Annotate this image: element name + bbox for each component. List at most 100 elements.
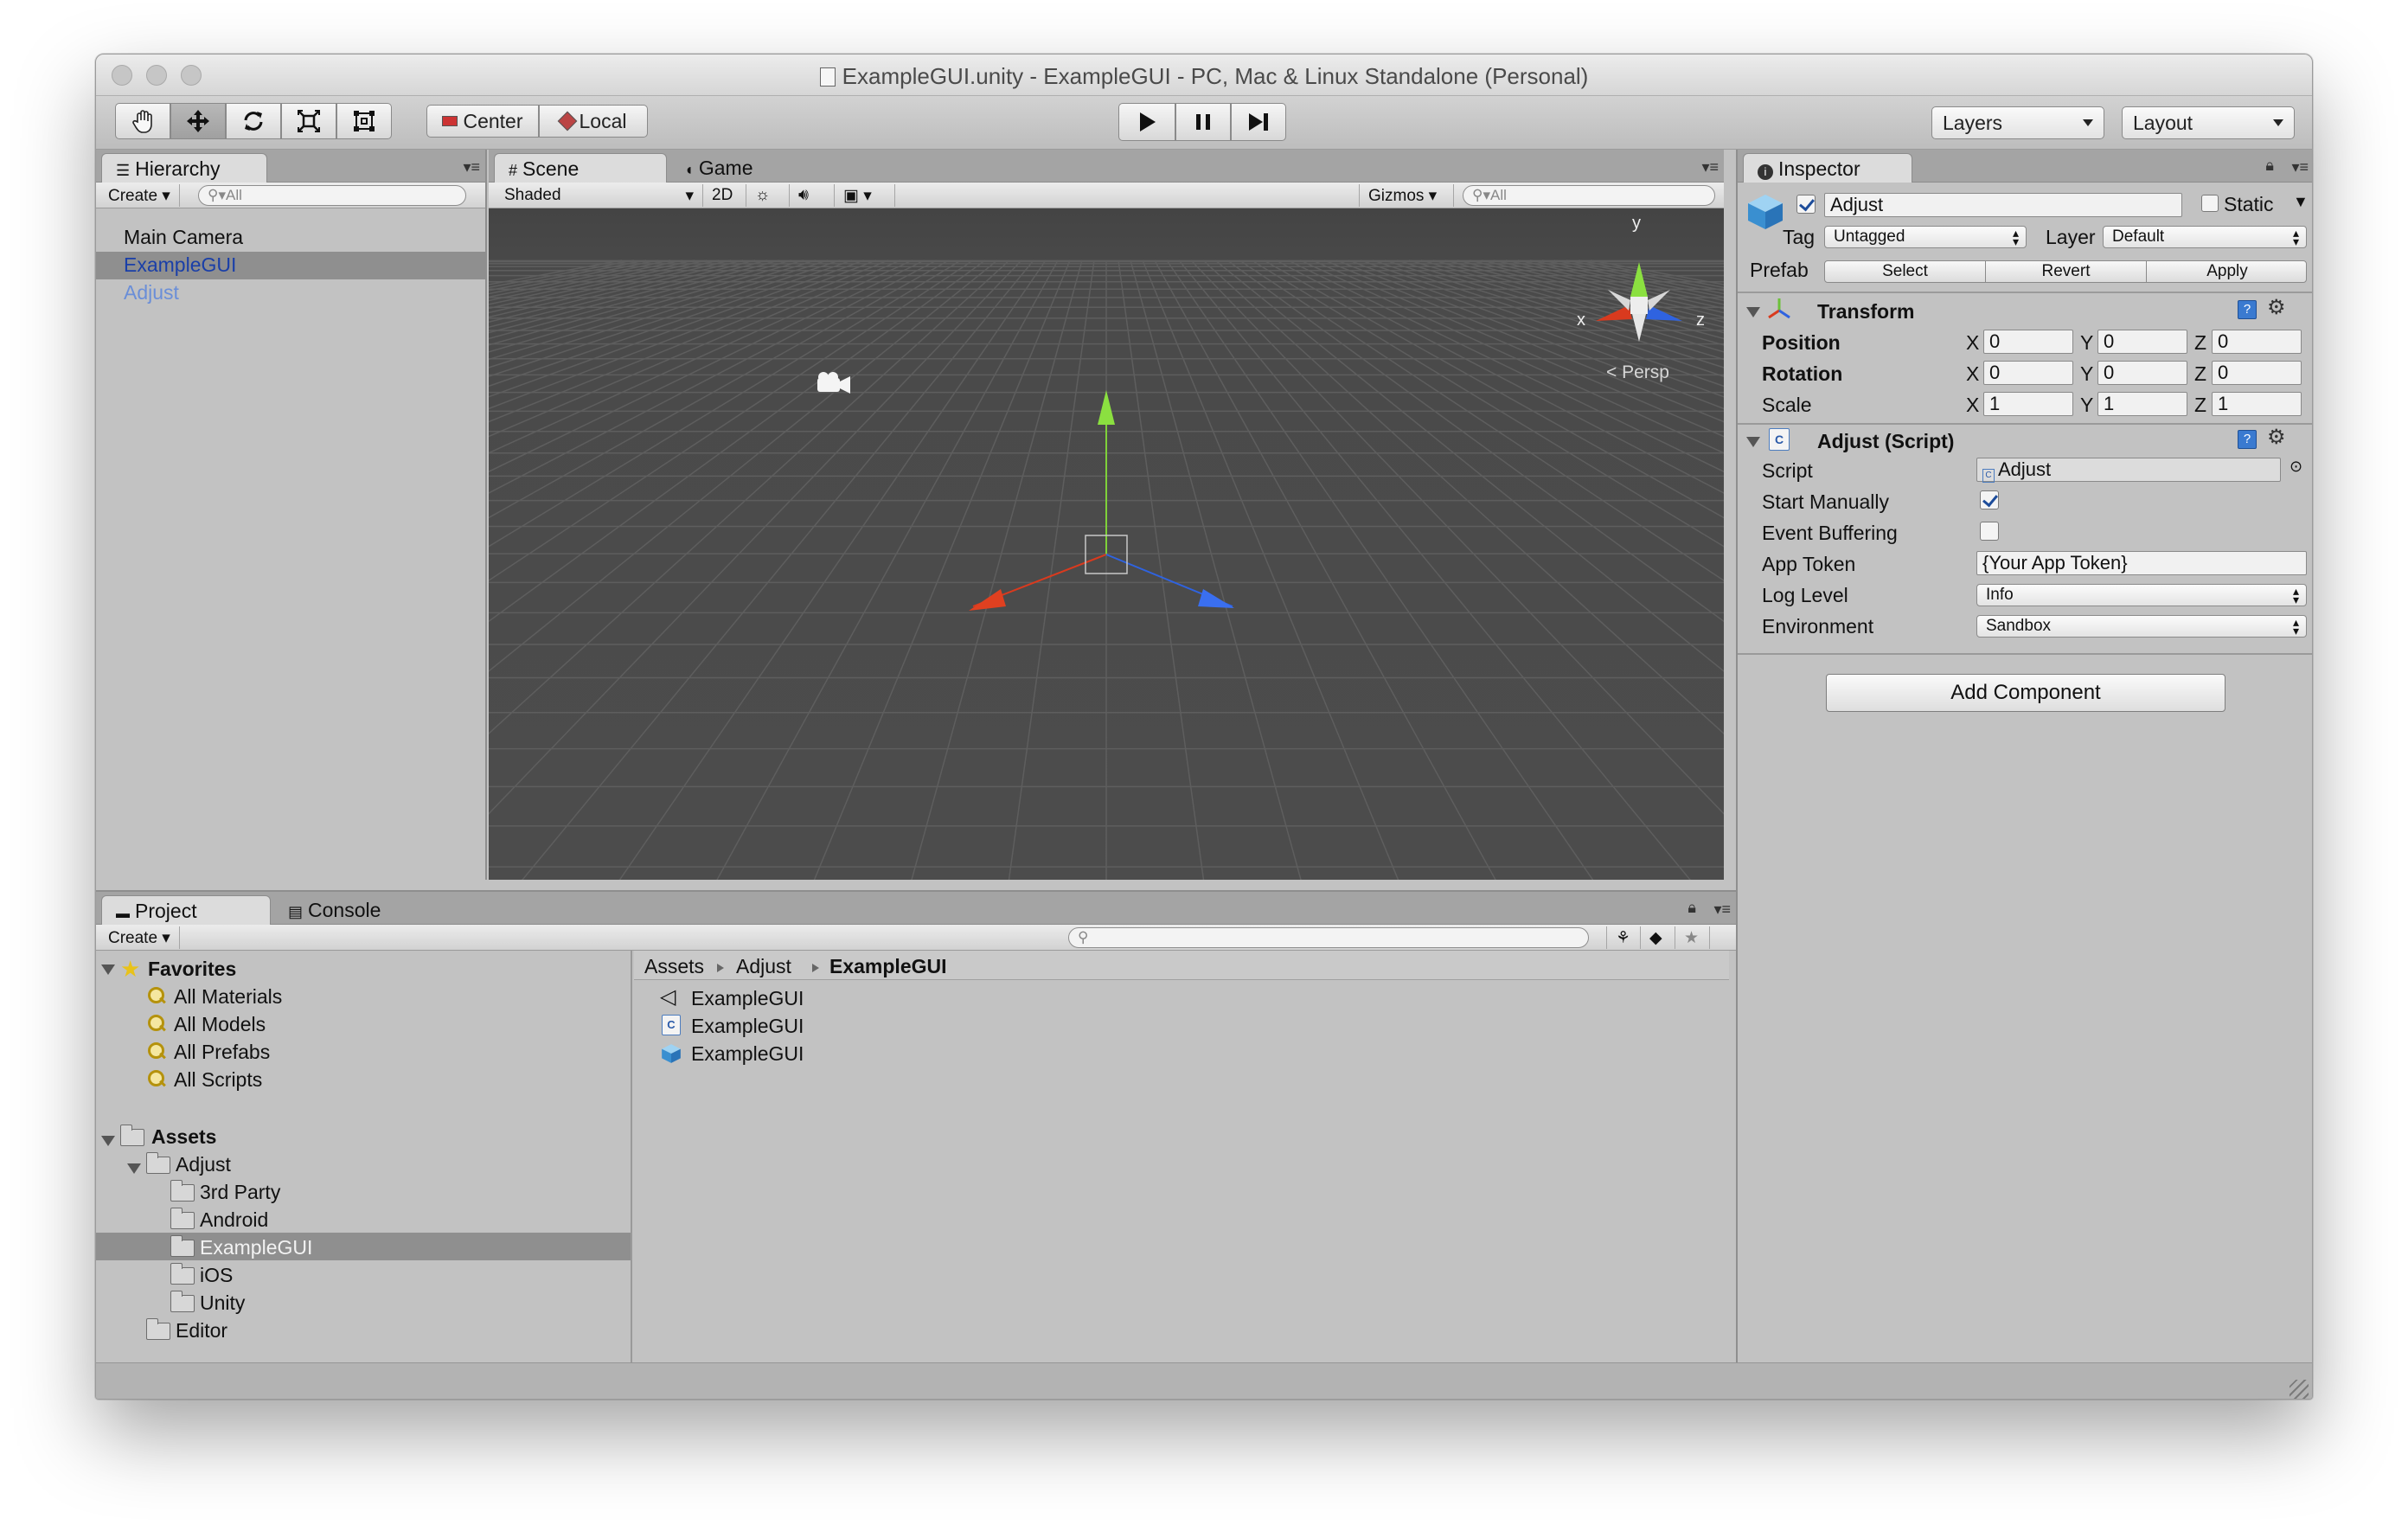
folder-unity[interactable]: Unity bbox=[200, 1291, 245, 1315]
tab-console[interactable]: ▤ Console bbox=[274, 895, 421, 925]
folder-3rd-party[interactable]: 3rd Party bbox=[200, 1181, 280, 1204]
help-book-icon[interactable]: ? bbox=[2238, 430, 2257, 449]
folder-android[interactable]: Android bbox=[200, 1208, 268, 1232]
file-examplegui-script[interactable]: ExampleGUI bbox=[691, 1015, 804, 1038]
scale-x-field[interactable]: 1 bbox=[1983, 392, 2073, 416]
event-buffering-checkbox[interactable] bbox=[1980, 522, 1999, 541]
collapse-adjust-icon[interactable] bbox=[127, 1163, 141, 1174]
favorite-all-prefabs[interactable]: All Prefabs bbox=[174, 1041, 270, 1064]
move-tool-button[interactable] bbox=[170, 103, 226, 139]
mode-2d-button[interactable]: 2D bbox=[703, 184, 746, 207]
object-name-field[interactable]: Adjust bbox=[1824, 193, 2182, 217]
play-button[interactable] bbox=[1118, 103, 1175, 141]
tab-project[interactable]: ▬ Project bbox=[101, 895, 271, 926]
hierarchy-item-adjust[interactable]: Adjust bbox=[124, 281, 179, 304]
rotation-z-field[interactable]: 0 bbox=[2212, 361, 2302, 385]
prefab-apply-button[interactable]: Apply bbox=[2147, 261, 2308, 282]
static-checkbox[interactable] bbox=[2201, 195, 2219, 212]
panel-menu-icon[interactable]: ▾≡ bbox=[1713, 900, 1731, 919]
layout-dropdown[interactable]: Layout bbox=[2122, 106, 2295, 139]
star-icon[interactable]: ★ bbox=[1675, 926, 1710, 949]
favorite-all-scripts[interactable]: All Scripts bbox=[174, 1068, 262, 1092]
folder-ios[interactable]: iOS bbox=[200, 1264, 233, 1287]
scene-search-input[interactable]: ⚲▾All bbox=[1463, 185, 1715, 206]
layer-dropdown[interactable]: Default ▴ ▾ bbox=[2103, 226, 2307, 248]
component-gear-icon[interactable]: ⚙ bbox=[2267, 295, 2286, 320]
collapse-favorites-icon[interactable] bbox=[101, 964, 115, 975]
pivot-local-button[interactable]: Local bbox=[539, 105, 648, 138]
panel-menu-icon[interactable]: ▾≡ bbox=[2291, 158, 2309, 176]
pause-button[interactable] bbox=[1175, 103, 1231, 141]
prefab-select-button[interactable]: Select bbox=[1825, 261, 1986, 282]
favorite-all-models[interactable]: All Models bbox=[174, 1013, 266, 1036]
scene-tabstrip: # Scene ◖ Game ▾≡ bbox=[489, 150, 1724, 183]
position-x-field[interactable]: 0 bbox=[1983, 330, 2073, 354]
favorite-all-materials[interactable]: All Materials bbox=[174, 985, 282, 1009]
scene-viewport[interactable]: y x z < Persp bbox=[489, 208, 1724, 880]
shading-mode-dropdown[interactable]: Shaded ▾ bbox=[496, 184, 703, 207]
help-book-icon[interactable]: ? bbox=[2238, 300, 2257, 319]
collapse-script-icon[interactable] bbox=[1746, 437, 1760, 447]
tag-dropdown[interactable]: Untagged ▴ ▾ bbox=[1824, 226, 2027, 248]
sun-icon[interactable]: ☼ bbox=[746, 184, 790, 207]
panel-menu-icon[interactable]: ▾≡ bbox=[463, 158, 480, 176]
scale-z-field[interactable]: 1 bbox=[2212, 392, 2302, 416]
tab-game[interactable]: ◖ Game bbox=[670, 153, 809, 183]
speaker-icon[interactable]: 🔊︎ bbox=[790, 184, 835, 207]
hierarchy-item-main-camera[interactable]: Main Camera bbox=[124, 226, 243, 249]
rotate-tool-button[interactable] bbox=[226, 103, 281, 139]
pivot-center-button[interactable]: Center bbox=[426, 105, 539, 138]
lock-icon[interactable]: 🔒︎ bbox=[1688, 899, 1696, 917]
prefab-cube-icon bbox=[662, 1044, 681, 1063]
editor-folder[interactable]: Editor bbox=[176, 1319, 227, 1343]
environment-dropdown[interactable]: Sandbox ▴ ▾ bbox=[1976, 615, 2307, 638]
folder-examplegui[interactable]: ExampleGUI bbox=[200, 1236, 312, 1259]
project-search-input[interactable]: ⚲ bbox=[1068, 927, 1589, 948]
static-dropdown-icon[interactable]: ▼ bbox=[2293, 193, 2309, 211]
rect-tool-button[interactable] bbox=[336, 103, 392, 139]
adjust-folder[interactable]: Adjust bbox=[176, 1153, 231, 1176]
favorites-label[interactable]: Favorites bbox=[148, 958, 236, 981]
position-y-field[interactable]: 0 bbox=[2097, 330, 2187, 354]
breadcrumb-assets[interactable]: Assets bbox=[644, 955, 704, 978]
tab-hierarchy[interactable]: ☰ Hierarchy bbox=[101, 153, 267, 183]
tab-scene[interactable]: # Scene bbox=[494, 153, 667, 183]
start-manually-checkbox[interactable] bbox=[1980, 490, 1999, 509]
app-token-field[interactable]: {Your App Token} bbox=[1976, 551, 2307, 575]
rotation-x-field[interactable]: 0 bbox=[1983, 361, 2073, 385]
search-by-type-icon[interactable]: ⚘ bbox=[1606, 926, 1641, 949]
active-checkbox[interactable] bbox=[1796, 195, 1816, 214]
prefab-revert-button[interactable]: Revert bbox=[1986, 261, 2147, 282]
assets-folder[interactable]: Assets bbox=[151, 1125, 216, 1149]
gizmos-dropdown[interactable]: Gizmos ▾ bbox=[1359, 184, 1454, 207]
log-level-dropdown[interactable]: Info ▴ ▾ bbox=[1976, 584, 2307, 606]
step-button[interactable] bbox=[1231, 103, 1286, 141]
add-component-button[interactable]: Add Component bbox=[1826, 674, 2225, 712]
hierarchy-create-button[interactable]: Create ▾ bbox=[99, 184, 180, 207]
image-effects-icon[interactable]: ▣ ▾ bbox=[835, 184, 895, 207]
component-gear-icon[interactable]: ⚙ bbox=[2267, 425, 2286, 450]
panel-menu-icon[interactable]: ▾≡ bbox=[1701, 158, 1719, 176]
object-picker-icon[interactable]: ⊙ bbox=[2290, 458, 2302, 476]
position-z-field[interactable]: 0 bbox=[2212, 330, 2302, 354]
breadcrumb-adjust[interactable]: Adjust bbox=[736, 955, 791, 978]
file-examplegui-prefab[interactable]: ExampleGUI bbox=[691, 1042, 804, 1066]
script-object-field[interactable]: C Adjust bbox=[1976, 458, 2281, 483]
resize-grip-icon[interactable] bbox=[2290, 1380, 2309, 1399]
persp-label[interactable]: < Persp bbox=[1606, 362, 1669, 383]
scale-y-field[interactable]: 1 bbox=[2097, 392, 2187, 416]
rotation-y-field[interactable]: 0 bbox=[2097, 361, 2187, 385]
hand-tool-button[interactable] bbox=[115, 103, 170, 139]
hierarchy-item-examplegui[interactable]: ExampleGUI bbox=[124, 253, 236, 277]
collapse-assets-icon[interactable] bbox=[101, 1136, 115, 1146]
file-examplegui-scene[interactable]: ExampleGUI bbox=[691, 987, 804, 1010]
search-by-label-icon[interactable]: ◆ bbox=[1641, 926, 1675, 949]
scale-tool-button[interactable] bbox=[281, 103, 336, 139]
collapse-transform-icon[interactable] bbox=[1746, 307, 1760, 317]
lock-icon[interactable]: 🔒︎ bbox=[2265, 157, 2274, 175]
tab-inspector[interactable]: i Inspector bbox=[1743, 153, 1912, 183]
breadcrumb-examplegui[interactable]: ExampleGUI bbox=[829, 955, 947, 978]
project-create-button[interactable]: Create ▾ bbox=[99, 926, 180, 949]
hierarchy-search-input[interactable]: ⚲▾All bbox=[198, 185, 466, 206]
layers-dropdown[interactable]: Layers bbox=[1931, 106, 2104, 139]
